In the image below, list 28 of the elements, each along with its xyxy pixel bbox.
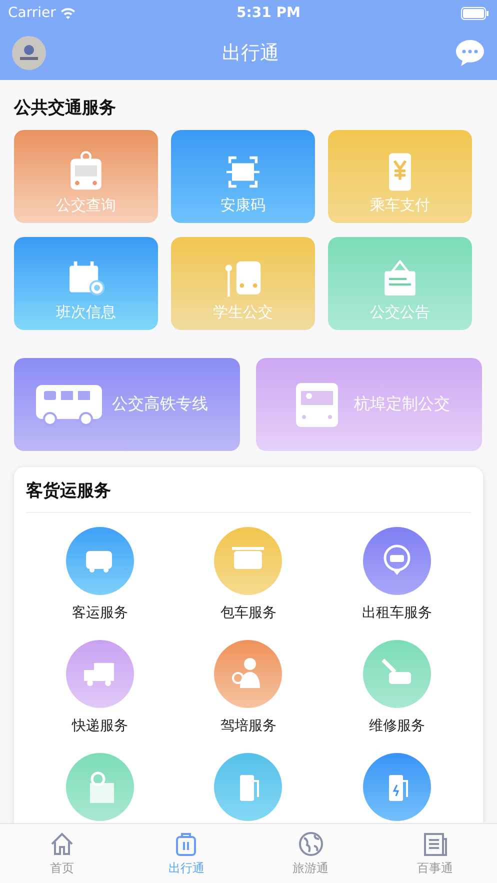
service-item[interactable]: 驾培服务 bbox=[174, 640, 323, 737]
tab[interactable]: 百事通 bbox=[372, 824, 497, 883]
section-title: 客货运服务 bbox=[26, 480, 111, 500]
service-tile[interactable]: 安康码 bbox=[171, 130, 315, 222]
tab[interactable]: 出行通 bbox=[124, 824, 248, 883]
avatar[interactable] bbox=[12, 36, 46, 70]
tab[interactable]: 旅游通 bbox=[248, 824, 373, 883]
wifi-icon bbox=[60, 7, 76, 19]
service-tile[interactable]: 公交高铁专线 bbox=[14, 358, 240, 450]
carrier-name: Carrier bbox=[8, 4, 56, 22]
service-tile[interactable]: 公交公告 bbox=[328, 236, 472, 330]
service-item[interactable]: 维修服务 bbox=[322, 640, 471, 737]
service-tile[interactable]: 学生公交 bbox=[171, 236, 315, 330]
service-item[interactable]: 出租车服务 bbox=[322, 527, 471, 624]
globe-icon bbox=[296, 830, 325, 858]
section-title: 公共交通服务 bbox=[14, 98, 116, 118]
service-tile[interactable]: 乘车支付 bbox=[328, 130, 472, 222]
service-item[interactable]: 快递服务 bbox=[26, 640, 174, 737]
service-tile[interactable]: 杭埠定制公交 bbox=[256, 358, 482, 450]
service-tile[interactable]: 班次信息 bbox=[14, 236, 158, 330]
tab[interactable]: 首页 bbox=[0, 824, 124, 883]
service-tile[interactable]: 公交查询 bbox=[14, 130, 158, 222]
page-title: 出行通 bbox=[222, 40, 279, 66]
status-time: 5:31 PM bbox=[236, 4, 300, 22]
battery-icon bbox=[461, 6, 489, 20]
chat-icon[interactable] bbox=[455, 39, 485, 67]
service-item[interactable]: 客运服务 bbox=[26, 527, 174, 624]
service-item[interactable]: 包车服务 bbox=[174, 527, 323, 624]
